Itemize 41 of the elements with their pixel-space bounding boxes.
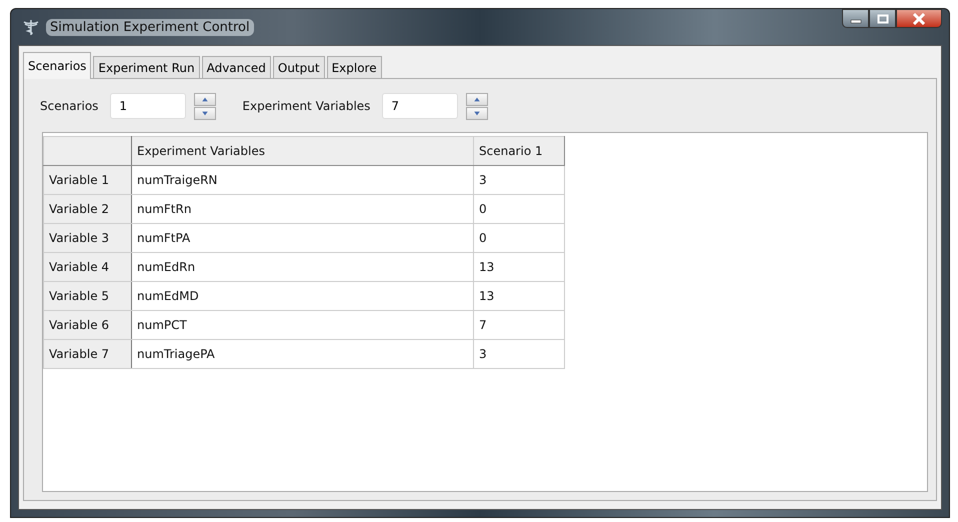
tab[interactable]: Advanced [202,56,271,78]
tab[interactable]: Explore [326,56,382,78]
row-header: Variable 3 [44,224,132,252]
row-header: Variable 2 [44,194,132,224]
table-cell[interactable]: numFtRn [132,194,474,224]
tab[interactable]: Scenarios [23,52,92,79]
table-cell[interactable]: numPCT [132,310,474,340]
table-cell[interactable]: numTriagePA [132,340,474,368]
table-cell[interactable]: numFtPA [132,224,474,252]
table-cell[interactable]: numTraigeRN [132,166,474,194]
row-header: Variable 7 [44,340,132,368]
table-cell[interactable]: 7 [474,310,564,340]
number-field[interactable]: 1 [110,93,186,119]
spinner-label: Scenarios [40,99,98,113]
row-header: Variable 1 [44,166,132,194]
table-cell[interactable]: 3 [474,340,564,368]
table-cell[interactable]: 0 [474,224,564,252]
table-cell[interactable]: 0 [474,194,564,224]
minimize-button[interactable] [842,9,869,28]
table-cell[interactable]: 13 [474,252,564,282]
spinner-label: Experiment Variables [242,99,370,113]
row-header: Variable 6 [44,310,132,340]
tab[interactable]: Experiment Run [93,56,200,78]
table-cell[interactable]: 3 [474,166,564,194]
maximize-icon [876,14,888,24]
column-header[interactable]: Scenario 1 [474,136,564,166]
maximize-button[interactable] [869,9,896,28]
close-button[interactable] [896,9,942,28]
table-cell[interactable]: numEdMD [132,282,474,310]
number-field[interactable]: 7 [382,93,458,119]
caduceus-icon [22,18,40,36]
column-header[interactable]: Experiment Variables [132,136,474,166]
close-icon [912,12,926,24]
table-cell[interactable]: 13 [474,282,564,310]
spin-buttons[interactable] [466,92,488,120]
table-cell[interactable]: numEdRn [132,252,474,282]
spin-buttons[interactable] [194,92,216,120]
row-header: Variable 4 [44,252,132,282]
window-title: Simulation Experiment Control [46,18,254,36]
tab[interactable]: Output [272,56,325,78]
row-header: Variable 5 [44,282,132,310]
